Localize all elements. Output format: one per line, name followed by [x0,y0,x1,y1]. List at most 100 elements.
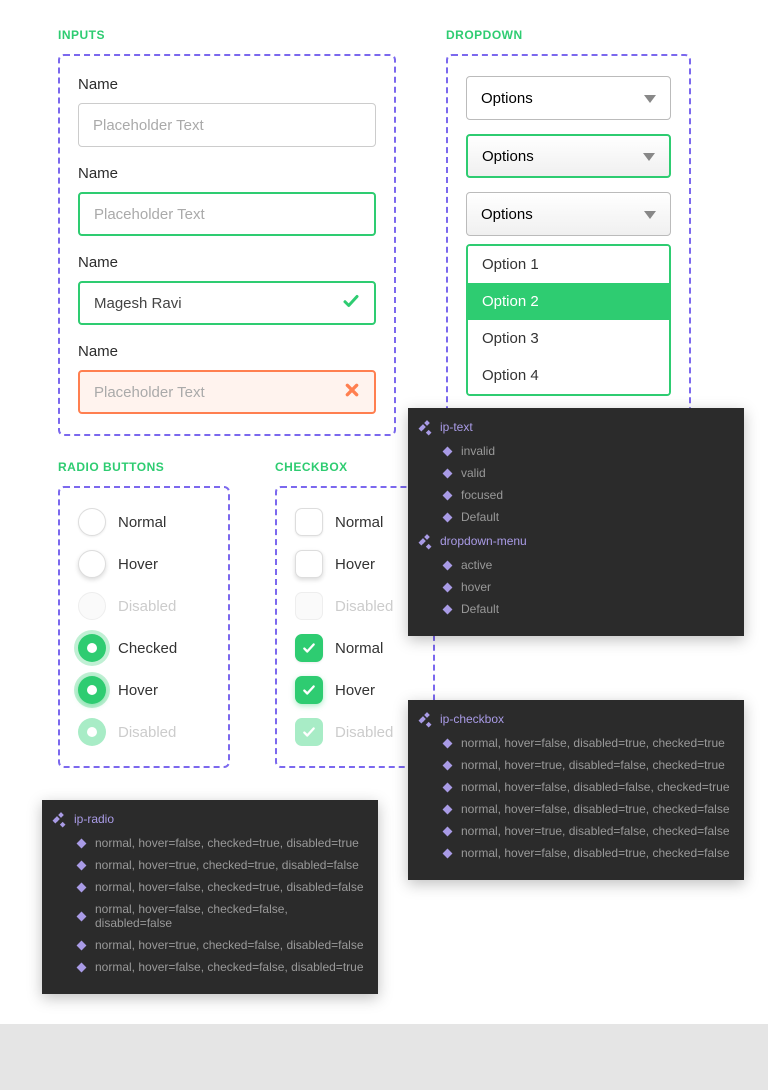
dropdown-active[interactable]: Options [466,192,671,236]
component-icon [422,536,432,546]
spec-variant-row[interactable]: normal, hover=false, disabled=true, chec… [444,846,730,860]
variant-label: normal, hover=false, disabled=false, che… [461,780,730,794]
checkbox[interactable] [295,676,323,704]
spec-variant-row[interactable]: Default [444,510,730,524]
spec-variant-row[interactable]: normal, hover=false, checked=false, disa… [78,960,364,974]
dropdown-value: Options [481,206,533,223]
spec-panel-radio: ip-radio normal, hover=false, checked=tr… [42,800,378,994]
dropdown-option-4[interactable]: Option 4 [468,357,669,394]
radio-button[interactable] [78,676,106,704]
radio-button[interactable] [78,634,106,662]
input-placeholder: Placeholder Text [94,206,205,223]
input-value: Magesh Ravi [94,295,182,312]
input-label-invalid: Name [78,343,376,360]
spec-variant-row[interactable]: normal, hover=false, checked=false, disa… [78,902,364,930]
variant-icon [443,826,453,836]
variant-icon [443,560,453,570]
checkbox[interactable] [295,634,323,662]
spec-variant-row[interactable]: valid [444,466,730,480]
dropdown-value: Options [481,90,533,107]
radio-button[interactable] [78,550,106,578]
variant-label: normal, hover=false, disabled=true, chec… [461,846,730,860]
spec-variant-row[interactable]: normal, hover=true, checked=true, disabl… [78,858,364,872]
text-input-focused[interactable]: Placeholder Text [78,192,376,236]
radio-button [78,718,106,746]
spec-panel-checkbox: ip-checkbox normal, hover=false, disable… [408,700,744,880]
spec-variant-row[interactable]: normal, hover=false, disabled=true, chec… [444,802,730,816]
dropdown-option-2[interactable]: Option 2 [468,283,669,320]
x-icon [344,382,360,402]
radio-group: NormalHoverDisabledCheckedHoverDisabled [58,486,230,768]
variant-icon [443,760,453,770]
variant-icon [77,882,87,892]
variant-label: invalid [461,444,495,458]
variant-label: Default [461,510,499,524]
spec-variant-row[interactable]: invalid [444,444,730,458]
spec-variant-row[interactable]: normal, hover=false, disabled=false, che… [444,780,730,794]
text-input-valid[interactable]: Magesh Ravi [78,281,376,325]
radio-button [78,592,106,620]
spec-variant-row[interactable]: normal, hover=false, checked=true, disab… [78,836,364,850]
dropdown-menu: Option 1 Option 2 Option 3 Option 4 [466,244,671,396]
input-placeholder: Placeholder Text [94,384,205,401]
dropdown-hover[interactable]: Options [466,134,671,178]
spec-variant-row[interactable]: hover [444,580,730,594]
spec-variant-row[interactable]: Default [444,602,730,616]
variant-label: normal, hover=true, checked=false, disab… [95,938,364,952]
dropdown-option-1[interactable]: Option 1 [468,246,669,283]
variant-icon [77,838,87,848]
panel-group-title: ip-checkbox [440,712,504,726]
checkbox-label: Disabled [335,724,393,741]
checkbox-label: Disabled [335,598,393,615]
spec-variant-row[interactable]: active [444,558,730,572]
panel-group-title: dropdown-menu [440,534,527,548]
dropdown-default[interactable]: Options [466,76,671,120]
variant-label: Default [461,602,499,616]
radio-section-title: RADIO BUTTONS [58,460,230,474]
variant-icon [77,860,87,870]
text-input-invalid[interactable]: Placeholder Text [78,370,376,414]
variant-icon [443,604,453,614]
variant-label: normal, hover=true, disabled=false, chec… [461,824,730,838]
variant-icon [77,911,87,921]
variant-icon [77,962,87,972]
variant-icon [443,782,453,792]
variant-label: hover [461,580,491,594]
spec-variant-row[interactable]: normal, hover=false, checked=true, disab… [78,880,364,894]
variant-label: normal, hover=true, disabled=false, chec… [461,758,725,772]
radio-label: Normal [118,514,166,531]
component-icon [422,422,432,432]
footer-background [0,1024,768,1090]
variant-label: focused [461,488,503,502]
variant-icon [443,582,453,592]
chevron-down-icon [643,148,655,165]
radio-button[interactable] [78,508,106,536]
variant-label: normal, hover=false, disabled=true, chec… [461,736,725,750]
variant-icon [443,738,453,748]
radio-label: Disabled [118,598,176,615]
checkbox-label: Normal [335,514,383,531]
variant-label: valid [461,466,486,480]
component-icon [56,814,66,824]
dropdown-option-3[interactable]: Option 3 [468,320,669,357]
chevron-down-icon [644,90,656,107]
input-label-valid: Name [78,254,376,271]
spec-variant-row[interactable]: focused [444,488,730,502]
checkbox [295,718,323,746]
spec-panel-text-dropdown: ip-text invalidvalidfocusedDefault dropd… [408,408,744,636]
input-label-default: Name [78,76,376,93]
spec-variant-row[interactable]: normal, hover=true, disabled=false, chec… [444,824,730,838]
spec-variant-row[interactable]: normal, hover=false, disabled=true, chec… [444,736,730,750]
spec-variant-row[interactable]: normal, hover=true, disabled=false, chec… [444,758,730,772]
dropdown-section-title: DROPDOWN [446,28,691,42]
checkbox[interactable] [295,508,323,536]
dropdown-group: Options Options Options Option 1 Option … [446,54,691,426]
radio-label: Disabled [118,724,176,741]
text-input-default[interactable]: Placeholder Text [78,103,376,147]
checkbox-label: Hover [335,682,375,699]
spec-variant-row[interactable]: normal, hover=true, checked=false, disab… [78,938,364,952]
variant-label: active [461,558,492,572]
variant-icon [443,446,453,456]
radio-label: Hover [118,682,158,699]
checkbox[interactable] [295,550,323,578]
